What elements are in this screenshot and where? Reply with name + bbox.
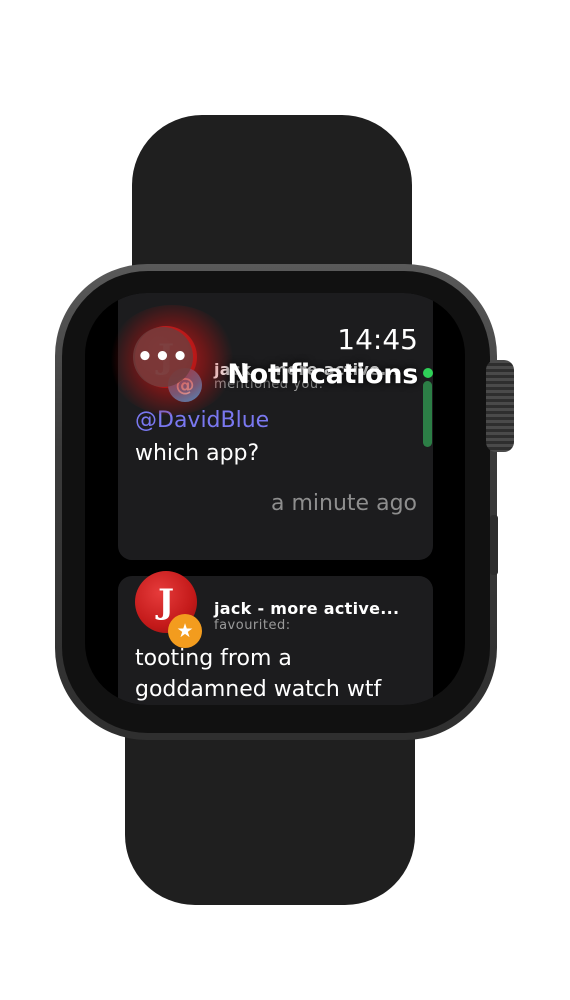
notification-username: jack - more active... [214,599,400,618]
notification-action: favourited: [214,618,291,633]
notification-card[interactable]: J ★ jack - more active... favourited: to… [118,571,433,705]
watch-screen: J @ jack - more active... mentioned you:… [85,293,465,705]
page-title: Notifications [227,359,418,390]
notification-body-line2: goddamned watch wtf [135,677,382,702]
star-icon: ★ [168,614,202,648]
digital-crown[interactable] [486,360,514,452]
notification-body-line1: tooting from a [135,646,292,671]
side-button[interactable] [490,515,498,575]
notification-time: a minute ago [271,491,417,516]
scroll-indicator-dot [423,368,433,378]
status-time: 14:45 [337,323,418,356]
notification-body: which app? [135,441,260,466]
scrollbar[interactable] [423,381,432,447]
more-options-button[interactable]: ••• [133,327,193,387]
